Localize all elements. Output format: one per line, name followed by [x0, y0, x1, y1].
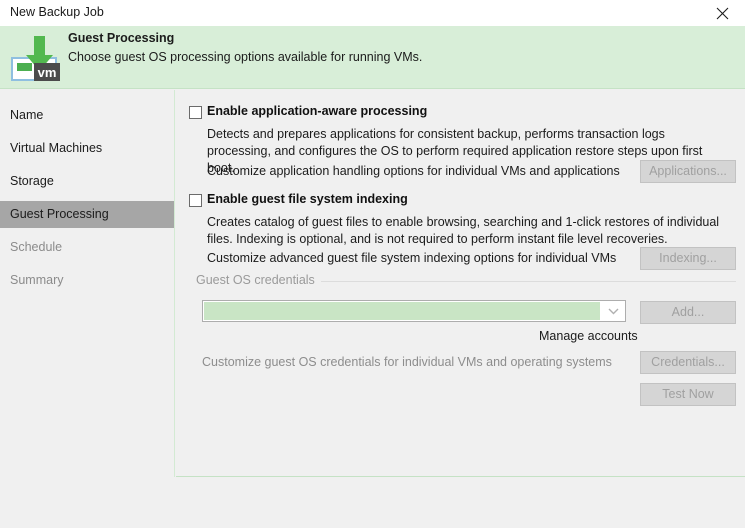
svg-text:vm: vm — [38, 65, 57, 80]
credentials-customize-text: Customize guest OS credentials for indiv… — [202, 355, 612, 369]
guest-processing-panel: Enable application-aware processing Dete… — [176, 90, 745, 477]
applications-button[interactable]: Applications... — [640, 160, 736, 183]
application-aware-customize-text: Customize application handling options f… — [207, 164, 620, 178]
vm-download-icon: vm — [8, 30, 64, 86]
window-title: New Backup Job — [10, 5, 104, 19]
new-backup-job-dialog: New Backup Job vm Guest Processing Choos… — [0, 0, 745, 528]
enable-application-aware-processing-checkbox[interactable] — [189, 106, 202, 119]
chevron-down-icon[interactable] — [601, 301, 625, 321]
enable-application-aware-processing-label: Enable application-aware processing — [207, 104, 428, 118]
sidebar-item-summary[interactable]: Summary — [0, 267, 174, 294]
title-bar: New Backup Job — [0, 0, 745, 27]
credentials-group-label: Guest OS credentials — [196, 273, 321, 287]
test-now-button[interactable]: Test Now — [640, 383, 736, 406]
indexing-button[interactable]: Indexing... — [640, 247, 736, 270]
indexing-customize-text: Customize advanced guest file system ind… — [207, 251, 617, 265]
guest-os-credentials-combobox[interactable] — [202, 300, 626, 322]
sidebar-item-virtual-machines[interactable]: Virtual Machines — [0, 135, 174, 162]
dialog-footer: http://blog.csdnet/z11_0405 < Previous N… — [0, 478, 745, 528]
manage-accounts-link[interactable]: Manage accounts — [539, 329, 638, 343]
enable-guest-file-system-indexing-checkbox[interactable] — [189, 194, 202, 207]
header-title: Guest Processing — [68, 31, 175, 45]
sidebar-item-schedule[interactable]: Schedule — [0, 234, 174, 261]
wizard-header: vm Guest Processing Choose guest OS proc… — [0, 26, 745, 89]
sidebar-item-storage[interactable]: Storage — [0, 168, 174, 195]
close-icon[interactable] — [700, 0, 745, 26]
sidebar-item-name[interactable]: Name — [0, 102, 174, 129]
enable-guest-file-system-indexing-label: Enable guest file system indexing — [207, 192, 408, 206]
sidebar-item-guest-processing[interactable]: Guest Processing — [0, 201, 174, 228]
add-credentials-button[interactable]: Add... — [640, 301, 736, 324]
indexing-description: Creates catalog of guest files to enable… — [207, 215, 720, 246]
header-subtitle: Choose guest OS processing options avail… — [68, 50, 423, 64]
wizard-step-list: Name Virtual Machines Storage Guest Proc… — [0, 90, 175, 477]
guest-os-credentials-value — [204, 302, 600, 320]
credentials-button[interactable]: Credentials... — [640, 351, 736, 374]
